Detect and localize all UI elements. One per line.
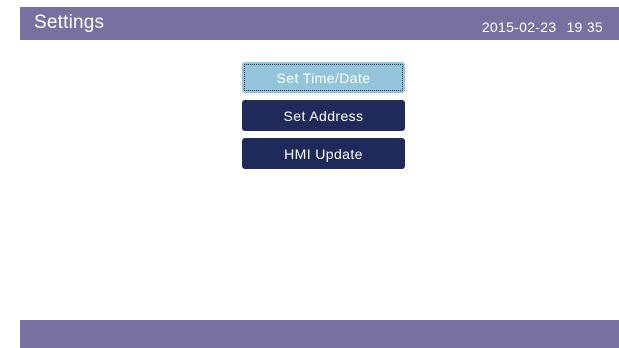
header-bar: Settings 2015-02-23 19 35 — [20, 7, 619, 40]
date-label: 2015-02-23 — [481, 19, 557, 35]
date-time-display: 2015-02-23 19 35 — [482, 19, 603, 35]
footer-bar — [20, 320, 619, 348]
page-title: Settings — [34, 12, 105, 33]
set-address-button[interactable]: Set Address — [242, 100, 405, 131]
time-label: 19 35 — [566, 19, 603, 35]
settings-menu: Set Time/Date Set Address HMI Update — [242, 62, 405, 176]
set-time-date-button[interactable]: Set Time/Date — [242, 62, 405, 93]
hmi-update-button[interactable]: HMI Update — [242, 138, 405, 169]
